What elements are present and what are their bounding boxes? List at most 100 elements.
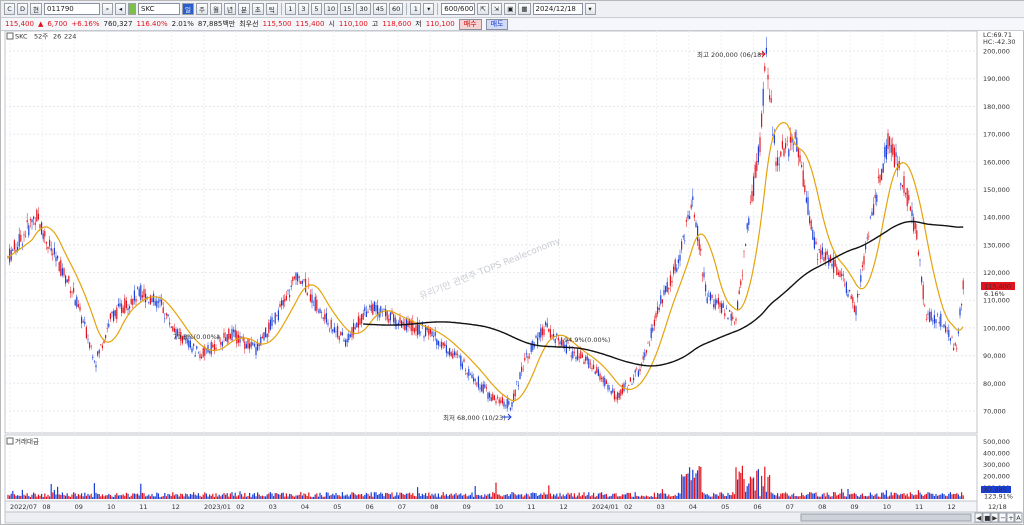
candle-body [274,312,276,324]
candle-body [57,255,59,259]
volume-bar [26,493,28,499]
volume-bar [354,494,356,499]
volume-bar [154,496,156,499]
candle-body [769,95,771,100]
volume-bar [482,496,484,499]
price-chart[interactable]: 유리기만 관련주 TOPS Realeconomy SKC 52주 26 224… [1,1,1024,525]
volume-bar [423,495,425,499]
volume-bar [130,495,132,499]
candle-body [497,397,499,399]
volume-bar [549,493,551,499]
volume-bar [850,493,852,499]
volume-bar [196,495,198,499]
volume-bar [157,493,159,499]
volume-bar [407,493,409,499]
candle-body [903,176,905,193]
candle-body [634,370,636,373]
candle-body [948,329,950,338]
candle-body [153,293,155,303]
candle-body [428,328,430,336]
volume-bar [716,494,718,499]
candle-body [164,318,166,319]
volume-bar [71,494,73,499]
volume-bar [753,477,755,499]
volume-bar [933,496,935,499]
candle-body [961,303,963,306]
scroll-thumb[interactable] [800,513,972,522]
volume-bar [100,496,102,499]
volume-bar [268,493,270,499]
price-tick: 130,000 [983,241,1010,249]
time-tick: 03 [656,503,664,511]
candle-body [399,317,401,324]
volume-bar [228,496,230,499]
candle-body [135,298,137,302]
volume-bar [210,495,212,499]
candle-body [633,377,635,381]
volume-bar [305,494,307,499]
candle-body [959,308,961,316]
volume-bar [932,493,934,499]
candle-body [301,281,303,284]
volume-bar [399,492,401,499]
candle-body [122,307,124,313]
volume-legend-icon[interactable] [6,437,14,445]
candle-body [857,293,859,298]
candle-body [514,389,516,397]
volume-bar [730,495,732,499]
candle-body [25,236,27,237]
candle-body [289,294,291,298]
candle-body [877,176,879,179]
candle-body [145,293,147,303]
volume-bar [828,494,830,499]
volume-bar [567,492,569,499]
volume-bar [911,494,913,499]
volume-bar [657,492,659,499]
candle-body [940,313,942,327]
candle-body [476,383,478,385]
volume-bar [780,493,782,499]
volume-bar [7,494,9,499]
candle-body [962,280,964,290]
candle-body [615,397,617,399]
candle-body [853,305,855,312]
volume-bar [841,488,843,499]
volume-bar [303,493,305,499]
candle-body [169,322,171,325]
candle-body [823,257,825,262]
candle-body [655,313,657,319]
candle-body [292,277,294,282]
volume-bar [956,493,958,499]
volume-bar [914,494,916,499]
candle-body [637,370,639,377]
candle-body [916,230,918,240]
volume-bar [244,492,246,499]
candle-body [63,268,65,276]
volume-bar [258,494,260,499]
candle-body [225,337,227,342]
candle-body [938,322,940,324]
candle-body [668,288,670,290]
candle-body [306,292,308,296]
candle-body [28,225,30,236]
time-tick: 07 [398,503,406,511]
candle-body [415,325,417,332]
volume-bar [605,493,607,499]
volume-bar [458,494,460,499]
candle-body [197,352,199,354]
candle-body [385,308,387,317]
volume-bar [892,495,894,499]
volume-bar [794,496,796,499]
candle-body [716,300,718,304]
volume-bar [285,493,287,499]
volume-bar [653,492,655,499]
candle-body [946,330,948,332]
volume-bar [685,473,687,499]
candle-body [671,281,673,283]
candle-body [53,247,55,255]
volume-bar [724,495,726,499]
volume-bar [661,489,663,499]
volume-bar [740,472,742,499]
volume-bar [569,494,571,499]
legend-toggle-icon[interactable] [6,32,14,40]
